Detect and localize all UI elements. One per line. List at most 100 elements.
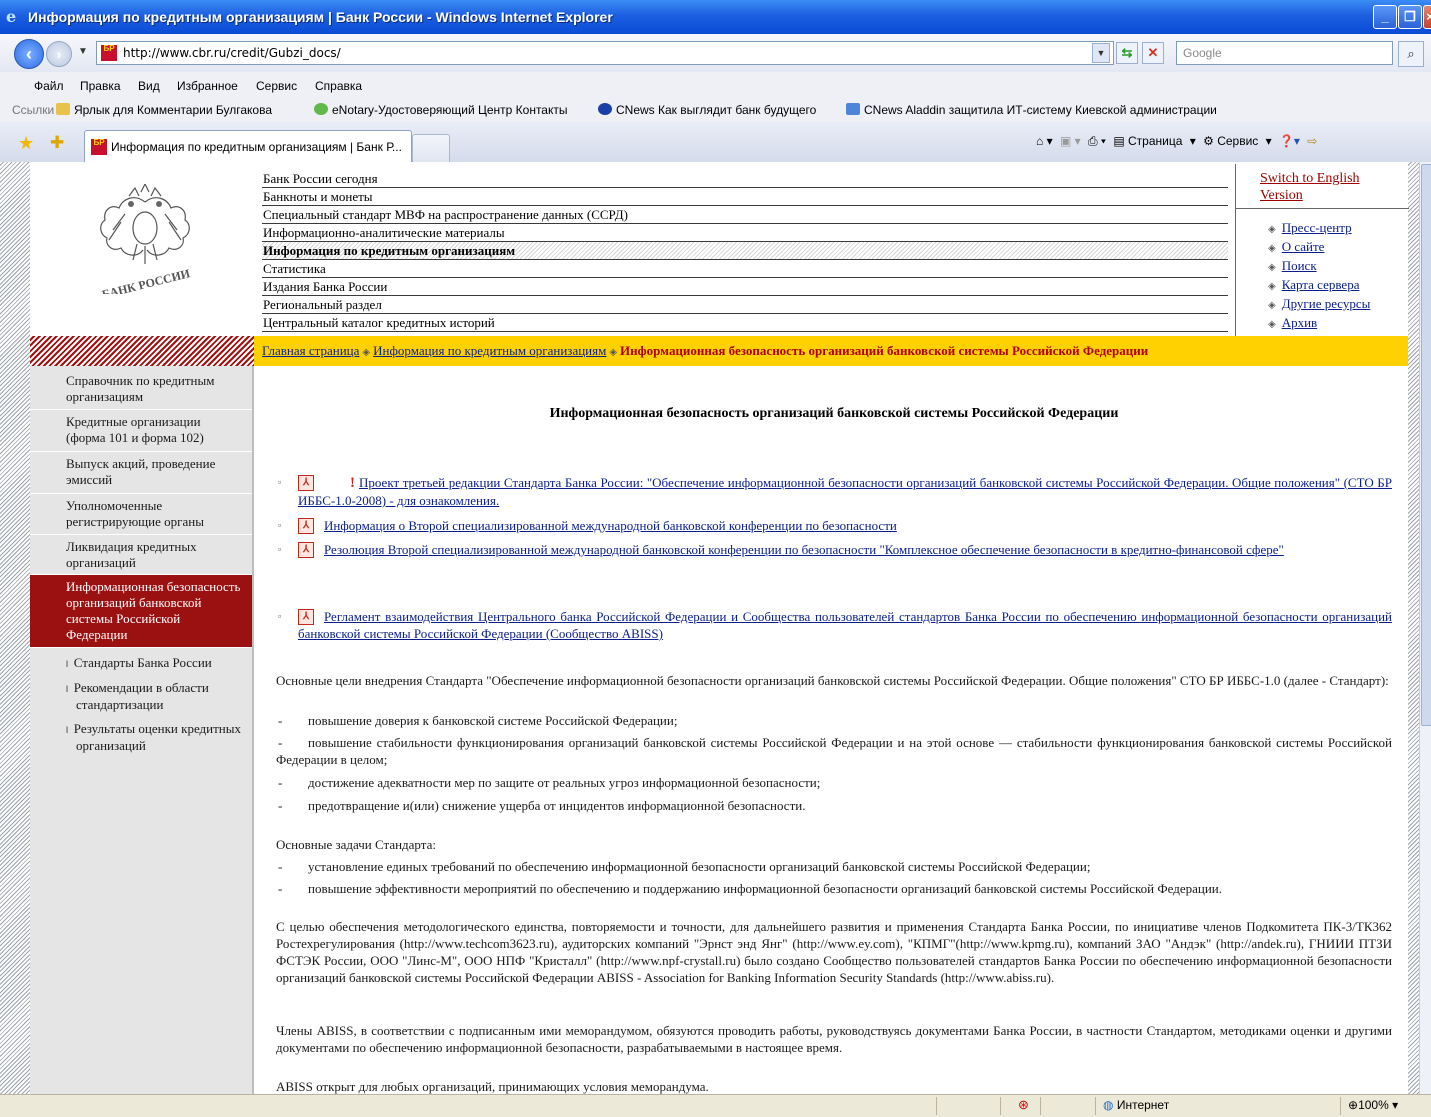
sidebar-subitem-recommendations[interactable]: ‖ Рекомендации в области стандартизации bbox=[30, 679, 252, 714]
pdf-icon[interactable]: ⅄ bbox=[298, 542, 314, 558]
sidebar-item-registrars[interactable]: Уполномоченные регистрирующие органы bbox=[30, 494, 252, 535]
doc-link-draft-standard[interactable]: ! Проект третьей редакции Стандарта Банка… bbox=[276, 474, 1392, 509]
nav-item-statistics[interactable]: Статистика bbox=[262, 260, 1228, 278]
search-input[interactable]: Google bbox=[1176, 41, 1393, 65]
doc-link-conference-info[interactable]: Информация о Второй специализированной м… bbox=[276, 517, 1392, 534]
help-icon[interactable]: ❓▾ bbox=[1279, 134, 1300, 148]
link-cnews-aladdin[interactable]: CNews Aladdin защитила ИТ-систему Киевск… bbox=[846, 103, 1217, 117]
link-other-resources[interactable]: ◈ Другие ресурсы bbox=[1268, 296, 1370, 312]
nav-item-analytics[interactable]: Информационно-аналитические материалы bbox=[262, 224, 1228, 242]
scrollbar-thumb[interactable] bbox=[1421, 164, 1431, 726]
refresh-button[interactable]: ⇆ bbox=[1116, 42, 1138, 64]
left-border-decoration bbox=[0, 162, 30, 1094]
menu-help[interactable]: Справка bbox=[315, 79, 362, 93]
sidebar-item-forms[interactable]: Кредитные организации (форма 101 и форма… bbox=[30, 410, 252, 452]
status-divider bbox=[936, 1097, 937, 1115]
link-cnews-bank[interactable]: CNews Как выглядит банк будущего bbox=[598, 103, 816, 117]
link-bulgakov[interactable]: Ярлык для Комментарии Булгакова bbox=[56, 103, 272, 117]
tools-menu[interactable]: ⚙ Сервис ▾ bbox=[1203, 134, 1272, 148]
square-bullet-icon: ▫ bbox=[278, 477, 282, 487]
task-item: - установление единых требований по обесп… bbox=[278, 859, 1091, 874]
status-divider bbox=[1340, 1097, 1341, 1115]
research-icon[interactable]: ⇨ bbox=[1307, 134, 1317, 148]
address-toolbar: ‹ › ▼ БР http://www.cbr.ru/credit/Gubzi_… bbox=[0, 34, 1431, 73]
doc-link-resolution[interactable]: Резолюция Второй специализированной межд… bbox=[276, 541, 1392, 558]
sidebar-subitem-results[interactable]: ‖ Результаты оценки кредитных организаци… bbox=[30, 720, 252, 755]
cnews-icon bbox=[598, 103, 612, 115]
menu-view[interactable]: Вид bbox=[138, 79, 160, 93]
new-marker-icon: ! bbox=[350, 475, 355, 491]
folder-icon bbox=[56, 103, 70, 115]
maximize-button[interactable]: ❐ bbox=[1398, 5, 1422, 29]
link-search[interactable]: ◈ Поиск bbox=[1268, 258, 1317, 274]
nav-item-credit-history[interactable]: Центральный каталог кредитных историй bbox=[262, 314, 1228, 332]
sidebar-item-liquidation[interactable]: Ликвидация кредитных организаций bbox=[30, 535, 252, 575]
tab-title: Информация по кредитным организациям | Б… bbox=[111, 140, 402, 154]
favorites-star-icon[interactable]: ★ bbox=[18, 133, 34, 154]
add-favorite-icon[interactable]: ✚ bbox=[50, 133, 64, 153]
link-sitemap[interactable]: ◈ Карта сервера bbox=[1268, 277, 1359, 293]
new-tab-button[interactable] bbox=[412, 134, 450, 163]
menu-edit[interactable]: Правка bbox=[80, 79, 121, 93]
link-about[interactable]: ◈ О сайте bbox=[1268, 239, 1324, 255]
breadcrumb-home[interactable]: Главная страница bbox=[262, 343, 359, 358]
left-sidebar: Справочник по кредитным организациям Кре… bbox=[30, 366, 254, 1094]
nav-item-bank-today[interactable]: Банк России сегодня bbox=[262, 170, 1228, 188]
ie-page-icon bbox=[846, 103, 860, 115]
doc-link-regulation[interactable]: Регламент взаимодействия Центрального ба… bbox=[276, 608, 1392, 642]
menu-file[interactable]: Файл bbox=[34, 79, 64, 93]
tasks-intro: Основные задачи Стандарта: bbox=[276, 837, 436, 852]
security-zone: ◍ Интернет bbox=[1103, 1098, 1170, 1112]
bullet-icon: ‖ bbox=[66, 659, 69, 669]
links-bar: Ссылки Ярлык для Комментарии Булгакова e… bbox=[0, 98, 1431, 123]
vertical-scrollbar[interactable] bbox=[1419, 162, 1431, 1094]
page-title: Информационная безопасность организаций … bbox=[549, 406, 1119, 421]
nav-item-banknotes[interactable]: Банкноты и монеты bbox=[262, 188, 1228, 206]
sidebar-item-infosec[interactable]: Информационная безопасность организаций … bbox=[30, 575, 252, 648]
popup-blocker-icon[interactable]: ⊛ bbox=[1018, 1097, 1029, 1113]
bank-logo[interactable]: БАНК РОССИИ bbox=[30, 164, 254, 336]
doc-item: ▫ ⅄ Информация о Второй специализированн… bbox=[276, 517, 1392, 534]
recent-pages-dropdown[interactable]: ▼ bbox=[78, 46, 88, 57]
sidebar-item-directory[interactable]: Справочник по кредитным организациям bbox=[30, 370, 252, 410]
breadcrumb-section[interactable]: Информация по кредитным организациям bbox=[373, 343, 606, 358]
status-divider bbox=[1000, 1097, 1001, 1115]
link-press-center[interactable]: ◈ Пресс-центр bbox=[1268, 220, 1352, 236]
right-navigation: Switch to English Version ◈ Пресс-центр ◈… bbox=[1235, 164, 1409, 336]
pdf-icon[interactable]: ⅄ bbox=[298, 609, 314, 625]
back-button[interactable]: ‹ bbox=[14, 39, 44, 69]
menu-tools[interactable]: Сервис bbox=[256, 79, 297, 93]
print-icon[interactable]: ⎙ ▾ bbox=[1088, 134, 1106, 148]
nav-item-credit-orgs[interactable]: Информация по кредитным организациям bbox=[262, 242, 1228, 260]
nav-item-publications[interactable]: Издания Банка России bbox=[262, 278, 1228, 296]
forward-button[interactable]: › bbox=[46, 41, 72, 67]
sidebar-subitem-standards[interactable]: ‖ Стандарты Банка России bbox=[30, 654, 252, 673]
switch-english-link[interactable]: Switch to English Version bbox=[1260, 170, 1400, 204]
pdf-icon[interactable]: ⅄ bbox=[298, 475, 314, 491]
nav-item-regional[interactable]: Региональный раздел bbox=[262, 296, 1228, 314]
feeds-icon[interactable]: ▣ ▾ bbox=[1060, 134, 1081, 148]
search-icon[interactable]: ⌕ bbox=[1398, 41, 1424, 67]
page-menu[interactable]: ▤ Страница ▾ bbox=[1113, 134, 1195, 148]
zoom-level[interactable]: ⊕100% ▾ bbox=[1348, 1098, 1398, 1112]
pdf-icon[interactable]: ⅄ bbox=[298, 518, 314, 534]
status-divider bbox=[1095, 1097, 1096, 1115]
menu-favorites[interactable]: Избранное bbox=[177, 79, 238, 93]
double-eagle-icon: БАНК РОССИИ bbox=[100, 184, 193, 294]
globe-icon: ◍ bbox=[1103, 1098, 1114, 1112]
address-dropdown-button[interactable]: ▼ bbox=[1092, 43, 1110, 63]
minimize-button[interactable]: _ bbox=[1373, 5, 1397, 29]
sidebar-item-shares[interactable]: Выпуск акций, проведение эмиссий bbox=[30, 452, 252, 494]
link-enotary[interactable]: eNotary-Удостоверяющий Центр Контакты bbox=[314, 103, 568, 117]
close-button[interactable]: × bbox=[1423, 5, 1431, 29]
nav-item-imf-standard[interactable]: Специальный стандарт МВФ на распростране… bbox=[262, 206, 1228, 224]
stop-button[interactable]: ✕ bbox=[1142, 42, 1164, 64]
bullet-icon: ‖ bbox=[66, 684, 69, 694]
link-archive[interactable]: ◈ Архив bbox=[1268, 315, 1317, 331]
zoom-icon: ⊕ bbox=[1348, 1098, 1359, 1112]
home-icon[interactable]: ⌂ ▾ bbox=[1036, 134, 1053, 148]
tab-active[interactable]: БР Информация по кредитным организациям … bbox=[84, 130, 412, 163]
logo-text: БАНК РОССИИ bbox=[101, 266, 193, 294]
address-url: http://www.cbr.ru/credit/Gubzi_docs/ bbox=[123, 46, 341, 60]
address-input[interactable]: БР http://www.cbr.ru/credit/Gubzi_docs/ bbox=[96, 41, 1114, 65]
